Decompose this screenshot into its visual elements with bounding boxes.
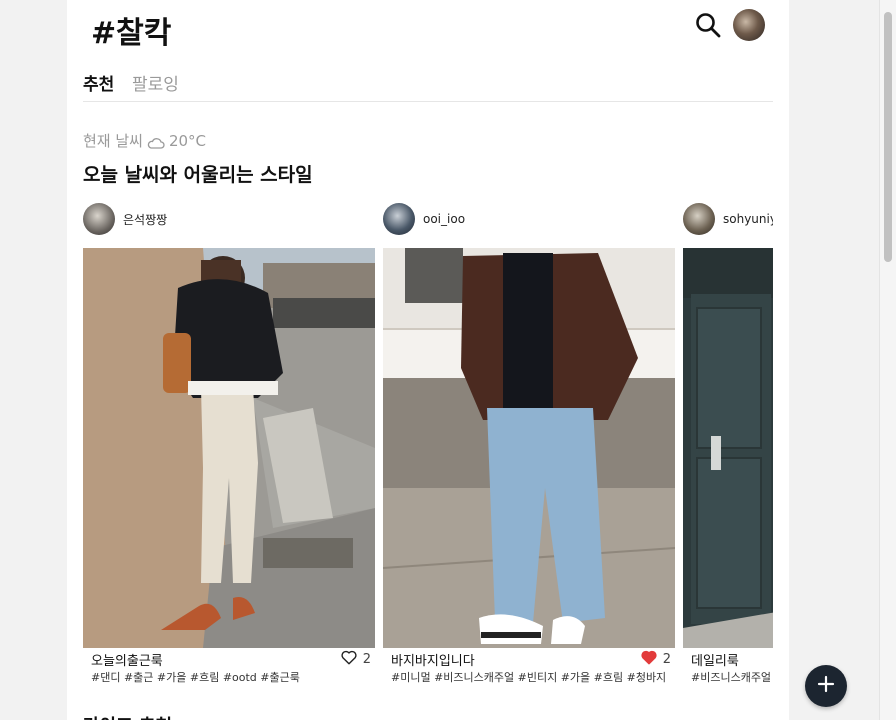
- heart-filled-icon[interactable]: [641, 650, 657, 669]
- cloud-icon: [147, 135, 165, 149]
- author-username[interactable]: ooi_ioo: [423, 212, 465, 226]
- post-author[interactable]: 은석짱짱: [83, 203, 167, 235]
- tab-recommended[interactable]: 추천: [83, 70, 114, 95]
- plus-icon[interactable]: [817, 675, 835, 697]
- scrollbar-thumb[interactable]: [884, 12, 892, 262]
- weather-label: 현재 날씨: [83, 132, 143, 150]
- feed-tabs: 추천 팔로잉: [83, 66, 773, 102]
- author-avatar[interactable]: [83, 203, 115, 235]
- post-caption: 데일리룩: [691, 654, 739, 669]
- weather-info: 현재 날씨 20°C: [83, 130, 206, 151]
- section-title: 오늘 날씨와 어울리는 스타일: [83, 164, 313, 186]
- author-avatar[interactable]: [383, 203, 415, 235]
- post-photo[interactable]: [383, 248, 675, 648]
- post-card[interactable]: ooi_ioo 바지바지입니다 2 #미니멀 #비즈니스캐주얼 #빈티지 #가을…: [383, 198, 675, 698]
- temperature: 20°C: [168, 131, 207, 150]
- heart-outline-icon[interactable]: [341, 650, 357, 669]
- post-hashtags[interactable]: #댄디 #출근 #가을 #흐림 #ootd #출근룩: [91, 669, 300, 685]
- author-username[interactable]: 은석짱짱: [123, 211, 167, 228]
- post-photo[interactable]: [83, 248, 375, 648]
- header: #찰칵: [67, 0, 789, 56]
- app-container: #찰칵 추천 팔로잉 현재 날씨 20°C 오늘 날씨와 어울리는 스타일 은석…: [67, 0, 789, 720]
- post-caption: 바지바지입니다: [391, 654, 475, 669]
- post-hashtags[interactable]: #비즈니스캐주얼: [691, 669, 771, 685]
- app-logo[interactable]: #찰칵: [91, 8, 171, 52]
- post-caption: 오늘의출근룩: [91, 654, 163, 669]
- post-photo[interactable]: [683, 248, 773, 648]
- like-button[interactable]: 2: [341, 650, 371, 669]
- post-carousel[interactable]: 은석짱짱 오늘의출근룩 2 #댄디 #출근 #가을 #흐림 #ootd #출근룩…: [83, 198, 773, 698]
- tab-following[interactable]: 팔로잉: [132, 70, 179, 95]
- post-card[interactable]: sohyuniy 데일리룩 #비즈니스캐주얼: [683, 198, 773, 698]
- next-section-title: 라이프 추천: [83, 712, 172, 720]
- like-count: 2: [662, 652, 671, 667]
- post-author[interactable]: sohyuniy: [683, 203, 773, 235]
- profile-avatar[interactable]: [733, 9, 765, 41]
- post-card[interactable]: 은석짱짱 오늘의출근룩 2 #댄디 #출근 #가을 #흐림 #ootd #출근룩: [83, 198, 375, 698]
- search-icon[interactable]: [693, 10, 723, 40]
- add-post-button[interactable]: [805, 665, 847, 707]
- post-hashtags[interactable]: #미니멀 #비즈니스캐주얼 #빈티지 #가을 #흐림 #청바지: [391, 669, 666, 685]
- like-count: 2: [362, 652, 371, 667]
- post-author[interactable]: ooi_ioo: [383, 203, 465, 235]
- author-avatar[interactable]: [683, 203, 715, 235]
- like-button[interactable]: 2: [641, 650, 671, 669]
- page-scrollbar[interactable]: [879, 0, 896, 720]
- author-username[interactable]: sohyuniy: [723, 212, 773, 226]
